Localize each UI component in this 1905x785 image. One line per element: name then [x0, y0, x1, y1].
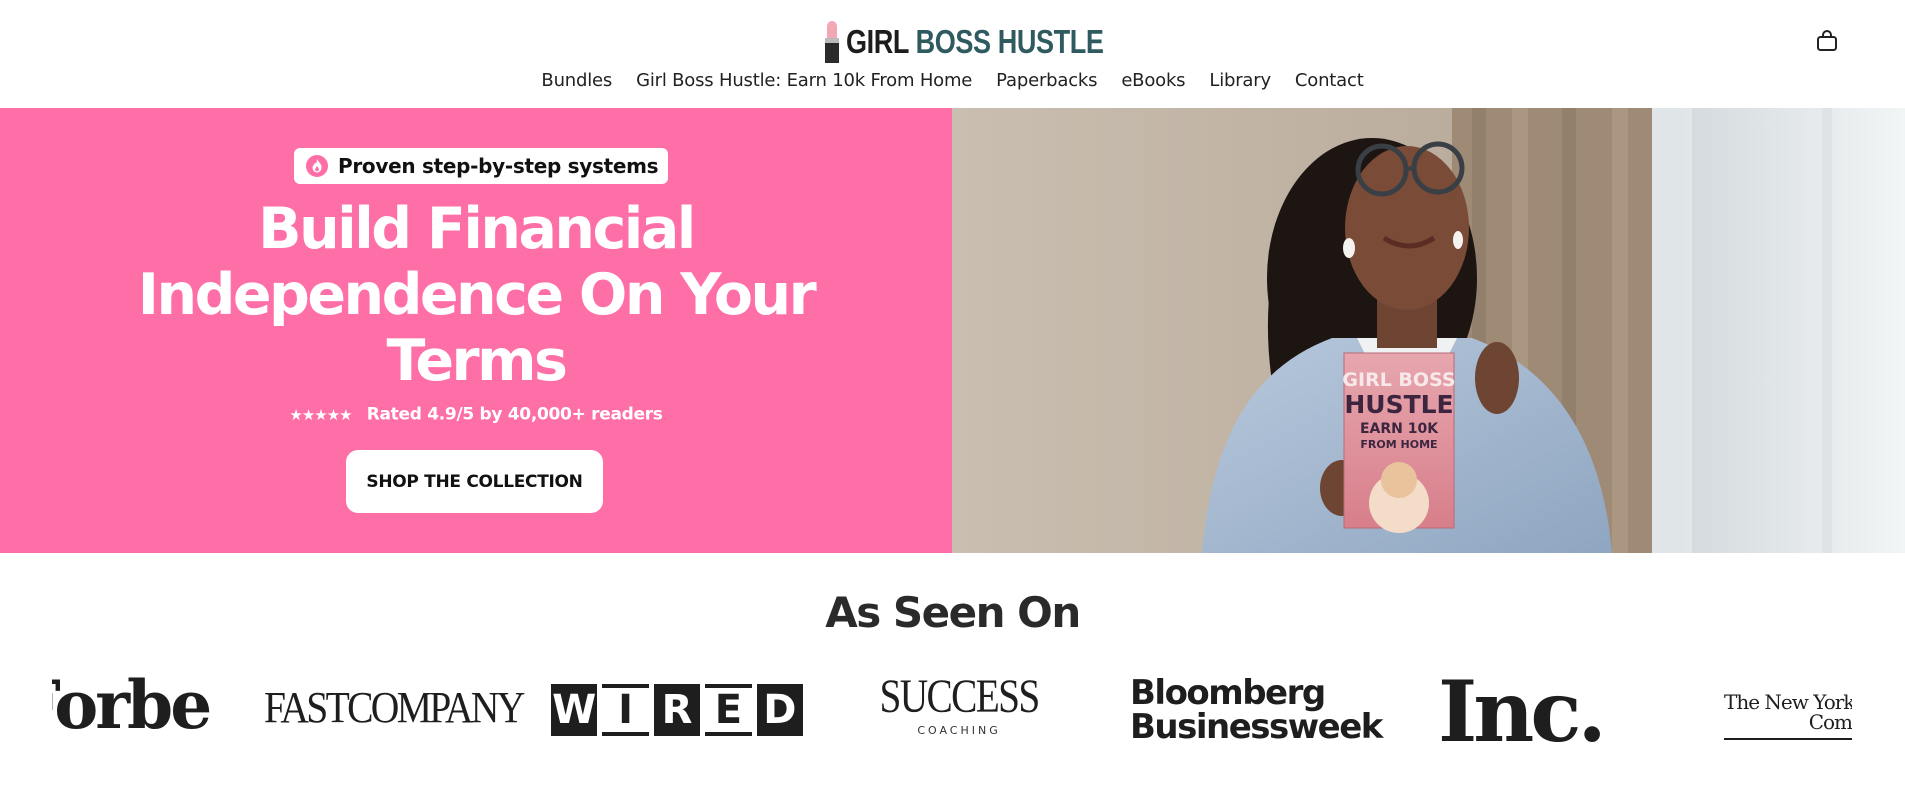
success-logo-main: SUCCESS	[879, 670, 1040, 723]
bloomberg-line2: Businessweek	[1130, 707, 1383, 747]
wired-letter-w: W	[551, 684, 598, 736]
book-title-line3: EARN 10K	[1360, 421, 1439, 437]
hero-photo-illustration: GIRL BOSS HUSTLE EARN 10K FROM HOME	[952, 108, 1905, 553]
bloomberg-businessweek-logo: Bloomberg Businessweek	[1130, 673, 1383, 747]
site-logo[interactable]: GIRL BOSS HUSTLE	[824, 20, 1160, 64]
nav-item-earn-10k[interactable]: Girl Boss Hustle: Earn 10k From Home	[636, 70, 972, 91]
book-title-line2: HUSTLE	[1344, 390, 1453, 419]
as-seen-on-title: As Seen On	[825, 588, 1081, 637]
hero-badge: Proven step-by-step systems	[294, 148, 669, 184]
success-coaching-logo: SUCCESS COACHING	[862, 670, 1056, 738]
wired-letter-i: I	[602, 684, 649, 736]
wired-letter-e: E	[705, 684, 752, 736]
new-york-times-logo: The New York T Com	[1724, 692, 1852, 752]
nyt-line2: Com	[1808, 710, 1852, 734]
book-cover: GIRL BOSS HUSTLE EARN 10K FROM HOME	[1342, 352, 1456, 533]
nyt-line1: The New York T	[1724, 692, 1852, 714]
hero-photo: GIRL BOSS HUSTLE EARN 10K FROM HOME	[952, 108, 1905, 553]
forbes-logo: Forbes	[52, 672, 212, 742]
nav-item-paperbacks[interactable]: Paperbacks	[996, 70, 1097, 91]
shop-collection-button[interactable]: SHOP THE COLLECTION	[346, 450, 603, 513]
hero-panel: Proven step-by-step systems Build Financ…	[0, 108, 952, 553]
logo-text-boss-hustle: BOSS HUSTLE	[915, 23, 1104, 60]
bloomberg-line1: Bloomberg	[1130, 673, 1326, 713]
site-header: GIRL BOSS HUSTLE Bundles Girl Boss Hustl…	[0, 0, 1905, 108]
success-logo-sub: COACHING	[917, 724, 1001, 737]
nav-item-ebooks[interactable]: eBooks	[1121, 70, 1185, 91]
fast-company-logo: FASTCOMPANY	[264, 683, 525, 732]
wired-letter-d: D	[756, 684, 804, 736]
nav-item-bundles[interactable]: Bundles	[541, 70, 612, 91]
nyt-rule	[1724, 738, 1852, 740]
shop-collection-label: SHOP THE COLLECTION	[366, 471, 583, 492]
press-logos: Forbes FASTCOMPANY W I R E D SUCCESS COA…	[0, 660, 1905, 761]
book-title-line4: FROM HOME	[1360, 438, 1437, 451]
rating-stars: ★★★★★	[289, 405, 352, 424]
hero-badge-text: Proven step-by-step systems	[338, 154, 659, 178]
wired-letter-r: R	[653, 684, 701, 736]
hero-title: Build Financial Independence On Your Ter…	[137, 196, 817, 394]
inc-logo: Inc.	[1438, 662, 1607, 761]
shopping-bag-icon[interactable]	[1816, 30, 1838, 52]
nav-item-contact[interactable]: Contact	[1295, 70, 1364, 91]
flame-icon	[306, 155, 328, 177]
logo-text: GIRL BOSS HUSTLE	[846, 23, 1104, 61]
lipstick-icon	[824, 21, 840, 63]
nav-item-library[interactable]: Library	[1209, 70, 1271, 91]
forbes-logo-text: Forbes	[52, 672, 212, 742]
hero-rating: ★★★★★ Rated 4.9/5 by 40,000+ readers	[0, 404, 952, 425]
rating-text: Rated 4.9/5 by 40,000+ readers	[366, 404, 663, 425]
main-nav: Bundles Girl Boss Hustle: Earn 10k From …	[0, 70, 1905, 91]
book-title-line1: GIRL BOSS	[1342, 369, 1455, 391]
logo-text-girl: GIRL	[846, 23, 909, 60]
wired-logo: W I R E D	[551, 684, 804, 736]
